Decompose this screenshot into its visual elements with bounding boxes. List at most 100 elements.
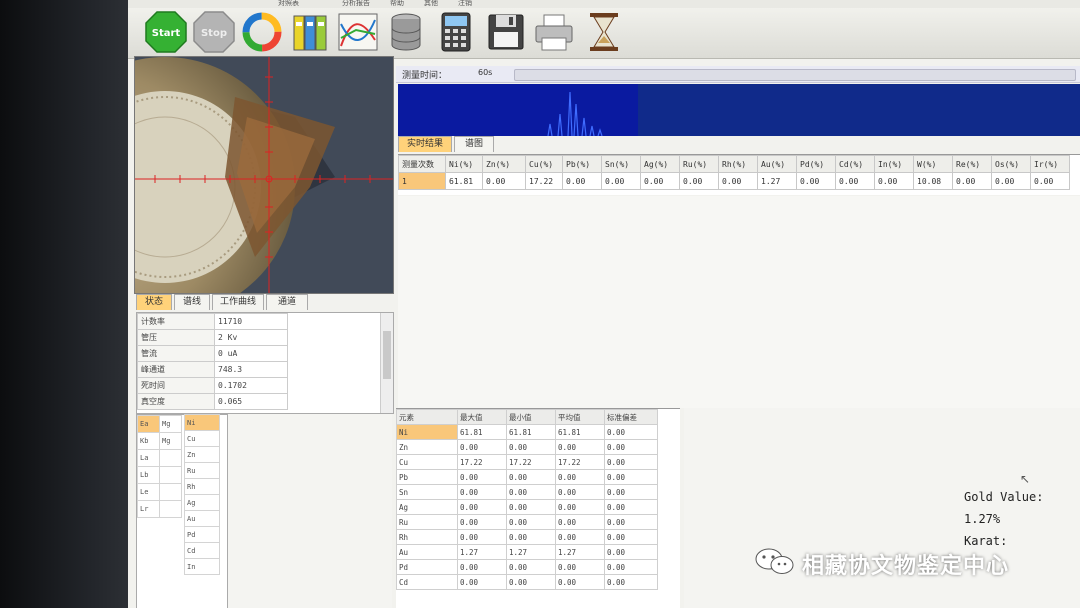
line-item[interactable]: Le: [137, 483, 160, 501]
stats-cell[interactable]: Cu: [396, 454, 458, 470]
stats-cell[interactable]: 0.00: [555, 499, 605, 515]
stats-cell[interactable]: 0.00: [604, 454, 658, 470]
stats-cell[interactable]: 1.27: [555, 544, 605, 560]
stats-cell[interactable]: 0.00: [457, 484, 507, 500]
print-button[interactable]: [532, 10, 576, 54]
stats-cell[interactable]: Ru: [396, 514, 458, 530]
stats-cell[interactable]: 17.22: [457, 454, 507, 470]
tab-status[interactable]: 状态: [136, 294, 172, 310]
stats-cell[interactable]: 0.00: [506, 499, 556, 515]
stats-cell[interactable]: 0.00: [506, 574, 556, 590]
table-row[interactable]: Cd 0.00 0.00 0.00 0.00: [396, 574, 658, 590]
stats-cell[interactable]: 0.00: [457, 559, 507, 575]
result-cell[interactable]: 0.00: [718, 172, 758, 190]
table-row[interactable]: Ru 0.00 0.00 0.00 0.00: [396, 514, 658, 530]
stats-cell[interactable]: 17.22: [555, 454, 605, 470]
table-row[interactable]: Cu 17.22 17.22 17.22 0.00: [396, 454, 658, 470]
status-scrollbar[interactable]: [380, 313, 393, 413]
stats-cell[interactable]: 0.00: [604, 439, 658, 455]
result-cell[interactable]: 0.00: [1030, 172, 1070, 190]
menu-item[interactable]: 其他: [424, 0, 438, 8]
result-cell[interactable]: 10.08: [913, 172, 953, 190]
stats-cell[interactable]: 61.81: [457, 424, 507, 440]
table-row[interactable]: Pb 0.00 0.00 0.00 0.00: [396, 469, 658, 485]
stats-cell[interactable]: 0.00: [457, 469, 507, 485]
stats-cell[interactable]: 0.00: [555, 529, 605, 545]
stats-cell[interactable]: 0.00: [457, 439, 507, 455]
element-item[interactable]: Zn: [184, 446, 220, 463]
stats-cell[interactable]: 1.27: [506, 544, 556, 560]
stats-cell[interactable]: 0.00: [506, 514, 556, 530]
result-cell[interactable]: 1: [398, 172, 446, 190]
save-button[interactable]: [484, 10, 528, 54]
tab-work-curve[interactable]: 工作曲线: [212, 294, 264, 310]
line-item[interactable]: Lb: [137, 466, 160, 484]
stats-cell[interactable]: 0.00: [457, 499, 507, 515]
stats-cell[interactable]: 0.00: [604, 544, 658, 560]
stats-cell[interactable]: Sn: [396, 484, 458, 500]
stats-cell[interactable]: Pd: [396, 559, 458, 575]
stats-cell[interactable]: Au: [396, 544, 458, 560]
menu-item[interactable]: 注销: [458, 0, 472, 8]
database-button[interactable]: [384, 10, 428, 54]
table-row[interactable]: Au 1.27 1.27 1.27 0.00: [396, 544, 658, 560]
element-item[interactable]: Au: [184, 510, 220, 527]
library-button[interactable]: [288, 10, 332, 54]
stats-cell[interactable]: Zn: [396, 439, 458, 455]
stats-cell[interactable]: 0.00: [604, 529, 658, 545]
stats-cell[interactable]: 1.27: [457, 544, 507, 560]
table-row[interactable]: Sn 0.00 0.00 0.00 0.00: [396, 484, 658, 500]
stats-cell[interactable]: 0.00: [555, 439, 605, 455]
stats-cell[interactable]: Pb: [396, 469, 458, 485]
stats-cell[interactable]: Cd: [396, 574, 458, 590]
result-cell[interactable]: 0.00: [991, 172, 1031, 190]
tab-realtime-results[interactable]: 实时结果: [398, 136, 452, 152]
scroll-thumb[interactable]: [383, 331, 391, 379]
stats-cell[interactable]: 0.00: [506, 529, 556, 545]
stats-cell[interactable]: 0.00: [555, 574, 605, 590]
result-cell[interactable]: 0.00: [874, 172, 914, 190]
table-row[interactable]: Zn 0.00 0.00 0.00 0.00: [396, 439, 658, 455]
result-cell[interactable]: 0.00: [679, 172, 719, 190]
stats-cell[interactable]: 0.00: [604, 469, 658, 485]
stats-cell[interactable]: 17.22: [506, 454, 556, 470]
result-cell[interactable]: 0.00: [640, 172, 680, 190]
curves-button[interactable]: [336, 10, 380, 54]
start-button[interactable]: Start: [144, 10, 188, 54]
result-cell[interactable]: 0.00: [562, 172, 602, 190]
calibrate-button[interactable]: [240, 10, 284, 54]
stats-cell[interactable]: 0.00: [604, 484, 658, 500]
timer-button[interactable]: [582, 10, 626, 54]
stats-cell[interactable]: 0.00: [457, 574, 507, 590]
element-item[interactable]: Ni: [184, 414, 220, 431]
stats-cell[interactable]: 0.00: [506, 439, 556, 455]
stats-cell[interactable]: 0.00: [604, 424, 658, 440]
stats-cell[interactable]: 0.00: [555, 484, 605, 500]
line-item[interactable]: Mg: [159, 415, 182, 433]
stats-cell[interactable]: 0.00: [555, 469, 605, 485]
results-row[interactable]: 1 61.81 0.00 17.22 0.00 0.00 0.00 0.00 0…: [398, 172, 1070, 190]
line-item[interactable]: Lr: [137, 500, 160, 518]
result-cell[interactable]: 0.00: [482, 172, 526, 190]
line-item[interactable]: Ea: [137, 415, 160, 433]
table-row[interactable]: Ag 0.00 0.00 0.00 0.00: [396, 499, 658, 515]
result-cell[interactable]: 0.00: [835, 172, 875, 190]
stats-cell[interactable]: 0.00: [506, 484, 556, 500]
menu-item[interactable]: 帮助: [390, 0, 404, 8]
element-item[interactable]: Rh: [184, 478, 220, 495]
result-cell[interactable]: 0.00: [952, 172, 992, 190]
stats-cell[interactable]: 0.00: [604, 499, 658, 515]
table-row[interactable]: Pd 0.00 0.00 0.00 0.00: [396, 559, 658, 575]
tab-spectrum[interactable]: 谱图: [454, 136, 494, 152]
stats-cell[interactable]: 61.81: [555, 424, 605, 440]
stats-cell[interactable]: Ag: [396, 499, 458, 515]
result-cell[interactable]: 61.81: [445, 172, 483, 190]
stats-cell[interactable]: 0.00: [604, 514, 658, 530]
line-item[interactable]: Kb: [137, 432, 160, 450]
line-item[interactable]: Mg: [159, 432, 182, 450]
element-item[interactable]: Cu: [184, 430, 220, 447]
result-cell[interactable]: 1.27: [757, 172, 797, 190]
element-item[interactable]: Ag: [184, 494, 220, 511]
element-item[interactable]: Ru: [184, 462, 220, 479]
line-item[interactable]: La: [137, 449, 160, 467]
